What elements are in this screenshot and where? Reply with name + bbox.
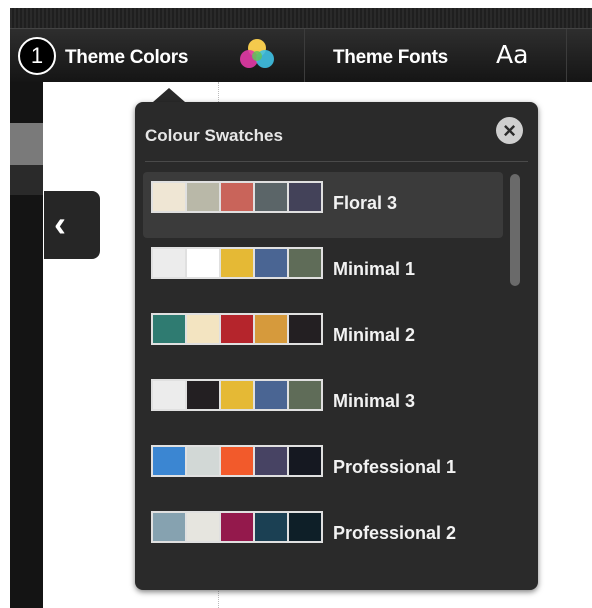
swatch-color <box>187 513 219 541</box>
colour-swatches-popup: Colour Swatches × Floral 3 Minimal 1 Minim… <box>135 102 538 590</box>
swatch-row[interactable]: Minimal 2 <box>143 304 503 370</box>
swatch-color <box>153 447 185 475</box>
swatch-color <box>221 249 253 277</box>
close-icon[interactable]: × <box>496 117 523 144</box>
swatch-row[interactable]: Floral 3 <box>143 172 503 238</box>
swatch-name: Professional 2 <box>333 523 457 543</box>
swatch-color <box>289 447 321 475</box>
swatch-color <box>187 315 219 343</box>
swatch-color-strip <box>151 379 323 411</box>
rail-segment <box>10 165 43 195</box>
swatch-name: Minimal 2 <box>333 325 416 345</box>
popup-caret <box>153 88 185 102</box>
swatch-color <box>221 315 253 343</box>
popup-divider <box>145 161 528 162</box>
swatch-color <box>221 447 253 475</box>
toolbar-separator <box>304 29 305 82</box>
swatch-list: Floral 3 Minimal 1 Minimal 2 Minimal 3 Profe… <box>143 172 503 568</box>
swatch-color <box>221 381 253 409</box>
swatch-color <box>153 513 185 541</box>
swatch-color <box>255 513 287 541</box>
theme-toolbar: 1 Theme Colors Theme Fonts Aa <box>10 28 592 82</box>
rail-scroll-thumb[interactable] <box>10 123 43 165</box>
swatch-color <box>187 381 219 409</box>
collapse-panel-button[interactable]: ‹ <box>44 191 100 259</box>
swatch-color <box>289 249 321 277</box>
swatch-row[interactable]: Professional 1 <box>143 436 503 502</box>
toolbar-separator <box>566 29 567 82</box>
swatch-color-strip <box>151 247 323 279</box>
swatch-color <box>289 381 321 409</box>
swatch-color <box>289 183 321 211</box>
swatch-row[interactable]: Minimal 1 <box>143 238 503 304</box>
swatch-color <box>255 381 287 409</box>
swatch-name: Professional 1 <box>333 457 457 477</box>
swatch-row[interactable]: Professional 2 <box>143 502 503 568</box>
theme-colors-tab[interactable]: Theme Colors <box>65 47 188 69</box>
swatch-color <box>221 513 253 541</box>
swatch-color <box>255 315 287 343</box>
swatch-name: Minimal 1 <box>333 259 416 279</box>
theme-fonts-tab[interactable]: Theme Fonts <box>333 47 448 69</box>
swatch-color <box>153 183 185 211</box>
swatch-color <box>187 249 219 277</box>
swatch-color <box>187 447 219 475</box>
swatch-color-strip <box>151 313 323 345</box>
swatch-color <box>153 315 185 343</box>
swatch-color <box>255 447 287 475</box>
swatch-color <box>255 183 287 211</box>
swatch-color <box>153 381 185 409</box>
popup-scrollbar[interactable] <box>510 174 520 286</box>
swatch-name: Floral 3 <box>333 193 398 213</box>
swatch-color-strip <box>151 445 323 477</box>
swatch-color <box>289 513 321 541</box>
chevron-left-icon: ‹ <box>54 203 66 244</box>
swatch-color <box>153 249 185 277</box>
swatch-color <box>187 183 219 211</box>
swatch-color <box>255 249 287 277</box>
swatch-color <box>221 183 253 211</box>
swatch-color-strip <box>151 511 323 543</box>
top-strip <box>0 0 592 28</box>
popup-title: Colour Swatches <box>145 126 283 145</box>
swatch-color <box>289 315 321 343</box>
top-bar <box>10 8 592 28</box>
color-palette-icon[interactable] <box>237 37 277 73</box>
font-aa-icon[interactable]: Aa <box>496 40 528 69</box>
swatch-name: Minimal 3 <box>333 391 416 411</box>
swatch-color-strip <box>151 181 323 213</box>
step-number-badge: 1 <box>18 37 56 75</box>
swatch-row[interactable]: Minimal 3 <box>143 370 503 436</box>
